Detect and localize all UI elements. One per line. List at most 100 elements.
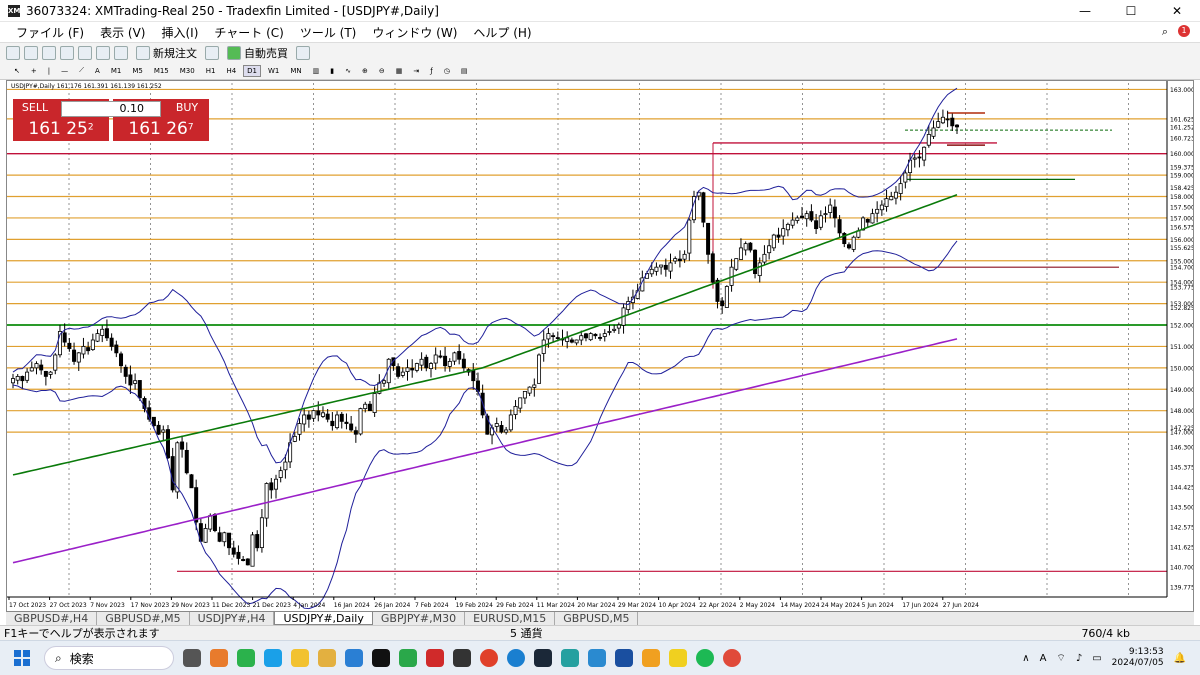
timeframe-m15[interactable]: M15	[150, 65, 173, 77]
templates-icon[interactable]: ▤	[457, 65, 472, 77]
notifications-icon[interactable]: 🔔	[1174, 653, 1186, 664]
timeframe-d1[interactable]: D1	[243, 64, 261, 77]
edge-icon[interactable]	[507, 649, 525, 667]
chart-window[interactable]: 163.000 161.625 161.252 160.723 160.000 159.3…	[6, 80, 1194, 612]
meta-editor-icon[interactable]	[205, 45, 219, 60]
app-icon-9[interactable]	[642, 649, 660, 667]
tab-gbpjpy-m30[interactable]: GBPJPY#,M30	[373, 612, 466, 625]
crosshair-icon[interactable]: +	[27, 65, 41, 77]
tab-gbpusd-m5-2[interactable]: GBPUSD,M5	[555, 612, 639, 625]
candle-body	[903, 172, 908, 183]
price-chart[interactable]: 163.000 161.625161.252 160.723 160.000 159.3…	[7, 81, 1193, 611]
candle-body	[405, 367, 410, 372]
price-tick-label: 160.723	[1170, 136, 1193, 143]
options-icon[interactable]	[296, 45, 310, 60]
menu-chart[interactable]: チャート (C)	[206, 24, 291, 41]
candle-body	[222, 532, 227, 543]
timeframe-mn[interactable]: MN	[286, 65, 305, 77]
tester-icon[interactable]	[114, 45, 128, 60]
new-order-button[interactable]: 新規注文	[132, 45, 201, 61]
app-icon-2[interactable]	[291, 649, 309, 667]
vertical-line-icon[interactable]: |	[44, 65, 54, 77]
navigator-icon[interactable]	[78, 45, 92, 60]
spotify-icon[interactable]	[696, 649, 714, 667]
clock[interactable]: 9:13:53 2024/07/05	[1112, 647, 1164, 669]
chevron-up-icon[interactable]: ∧	[1022, 653, 1029, 664]
candle-body	[358, 408, 363, 435]
timeframe-h1[interactable]: H1	[202, 65, 220, 77]
app-icon-4[interactable]	[426, 649, 444, 667]
app-icon-5[interactable]	[453, 649, 471, 667]
battery-icon[interactable]: ▭	[1092, 653, 1101, 664]
timeframe-m1[interactable]: M1	[107, 65, 126, 77]
sticky-notes-icon[interactable]	[669, 649, 687, 667]
volume-icon[interactable]: ♪	[1076, 653, 1082, 664]
timeframe-w1[interactable]: W1	[264, 65, 283, 77]
zoom-out-icon[interactable]: ⊖	[375, 65, 389, 77]
word-icon[interactable]	[345, 649, 363, 667]
cursor-icon[interactable]: ↖	[10, 65, 24, 77]
tab-gbpusd-m5[interactable]: GBPUSD#,M5	[97, 612, 190, 625]
ime-indicator[interactable]: A	[1040, 653, 1047, 664]
text-icon[interactable]: A	[91, 65, 104, 77]
skype-icon[interactable]	[264, 649, 282, 667]
candle-body	[203, 528, 208, 543]
candle-body	[748, 242, 753, 251]
period-icon[interactable]: ◷	[440, 65, 454, 77]
file-explorer-icon[interactable]	[318, 649, 336, 667]
trendline-icon[interactable]: ⟋	[75, 64, 88, 77]
terminal-icon[interactable]	[96, 45, 110, 60]
app-icon-1[interactable]	[210, 649, 228, 667]
taskbar-search[interactable]: ⌕ 検索	[44, 646, 174, 670]
maximize-button[interactable]: ☐	[1108, 0, 1154, 22]
start-icon[interactable]	[14, 650, 30, 666]
tab-usdjpy-daily[interactable]: USDJPY#,Daily	[274, 612, 373, 625]
steam-icon[interactable]	[534, 649, 552, 667]
menu-help[interactable]: ヘルプ (H)	[465, 24, 539, 41]
timeframe-m30[interactable]: M30	[176, 65, 199, 77]
profiles-icon[interactable]	[24, 45, 38, 60]
search-icon[interactable]: ⌕	[1162, 25, 1168, 39]
lot-size-input[interactable]: 0.10	[61, 101, 161, 117]
bar-chart-icon[interactable]: ▥	[309, 65, 324, 77]
data-window-icon[interactable]	[60, 45, 74, 60]
tab-usdjpy-h4[interactable]: USDJPY#,H4	[190, 612, 275, 625]
menu-tools[interactable]: ツール (T)	[292, 24, 365, 41]
autoscroll-icon[interactable]: ⇥	[409, 65, 423, 77]
horizontal-line-icon[interactable]: —	[57, 65, 72, 77]
menu-file[interactable]: ファイル (F)	[8, 24, 92, 41]
app-icon-8[interactable]	[615, 649, 633, 667]
candle-body	[804, 213, 809, 220]
minimize-button[interactable]: —	[1062, 0, 1108, 22]
indicators-icon[interactable]: ƒ	[426, 65, 436, 77]
grid-icon[interactable]: ▦	[392, 65, 407, 77]
chrome-profile-icon[interactable]	[723, 649, 741, 667]
market-watch-icon[interactable]	[42, 45, 56, 60]
candle-body	[34, 363, 39, 369]
timeframe-m5[interactable]: M5	[128, 65, 147, 77]
menu-window[interactable]: ウィンドウ (W)	[364, 24, 465, 41]
new-chart-icon[interactable]	[6, 45, 20, 60]
candle-body	[208, 515, 213, 530]
xm-terminal-icon[interactable]	[372, 649, 390, 667]
candle-body	[795, 217, 800, 221]
network-icon[interactable]: ⌔	[1056, 652, 1065, 665]
line-chart-icon[interactable]: ∿	[341, 65, 355, 77]
line-app-icon[interactable]	[237, 649, 255, 667]
candle-chart-icon[interactable]: ▮	[326, 65, 338, 77]
tab-eurusd-m15[interactable]: EURUSD,M15	[465, 612, 556, 625]
auto-trade-button[interactable]: 自動売買	[223, 45, 292, 61]
candle-body	[663, 264, 668, 270]
tab-gbpusd-h4[interactable]: GBPUSD#,H4	[6, 612, 98, 625]
menu-insert[interactable]: 挿入(I)	[153, 24, 206, 41]
notification-badge[interactable]: 1	[1178, 25, 1190, 37]
task-view-icon[interactable]	[183, 649, 201, 667]
app-icon-3[interactable]	[399, 649, 417, 667]
menu-view[interactable]: 表示 (V)	[92, 24, 153, 41]
zoom-in-icon[interactable]: ⊕	[358, 65, 372, 77]
timeframe-h4[interactable]: H4	[222, 65, 240, 77]
chrome-icon[interactable]	[480, 649, 498, 667]
app-icon-7[interactable]	[588, 649, 606, 667]
app-icon-6[interactable]	[561, 649, 579, 667]
close-button[interactable]: ✕	[1154, 0, 1200, 22]
